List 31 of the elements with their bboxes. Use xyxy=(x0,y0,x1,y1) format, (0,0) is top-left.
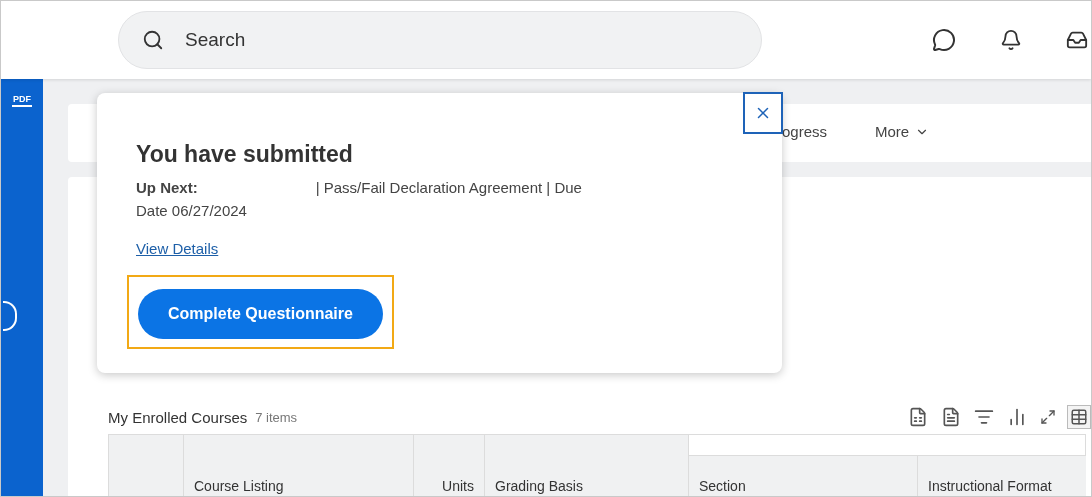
spreadsheet-icon xyxy=(908,407,928,427)
fullscreen-button[interactable] xyxy=(1038,407,1058,427)
up-next-text: Up Next: | Pass/Fail Declaration Agreement | Due Date 06/27/2024 xyxy=(136,178,583,221)
table-view-button[interactable] xyxy=(1067,405,1091,429)
column-header: Grading Basis xyxy=(484,434,688,496)
collapse-handle[interactable] xyxy=(3,301,17,331)
inbox-button[interactable] xyxy=(1066,29,1088,51)
filter-icon xyxy=(974,407,994,427)
chat-button[interactable] xyxy=(932,28,956,52)
column-header: Section xyxy=(688,455,917,496)
more-tab[interactable]: More xyxy=(875,119,930,147)
bar-chart-icon xyxy=(1007,407,1027,427)
search-field[interactable]: Search xyxy=(118,11,762,69)
inbox-icon xyxy=(1066,29,1088,51)
column-header: Instructional Format xyxy=(917,455,1086,496)
close-button[interactable] xyxy=(743,92,783,134)
complete-questionnaire-button[interactable]: Complete Questionnaire xyxy=(138,289,383,339)
table-icon xyxy=(1070,408,1088,426)
column-header: Course Listing xyxy=(183,434,413,496)
view-details-link[interactable]: View Details xyxy=(136,240,219,257)
notifications-button[interactable] xyxy=(1000,29,1022,51)
table-title: My Enrolled Courses xyxy=(108,408,248,426)
item-count: 7 items xyxy=(255,409,298,425)
chat-bubble-icon xyxy=(932,28,956,52)
column-header: Units xyxy=(413,434,484,496)
popup-title: You have submitted xyxy=(136,141,354,168)
bell-icon xyxy=(1000,29,1022,51)
document-icon xyxy=(941,407,961,427)
search-icon xyxy=(142,29,164,51)
expand-icon xyxy=(1040,409,1056,425)
tab[interactable]: ogress xyxy=(782,119,828,147)
